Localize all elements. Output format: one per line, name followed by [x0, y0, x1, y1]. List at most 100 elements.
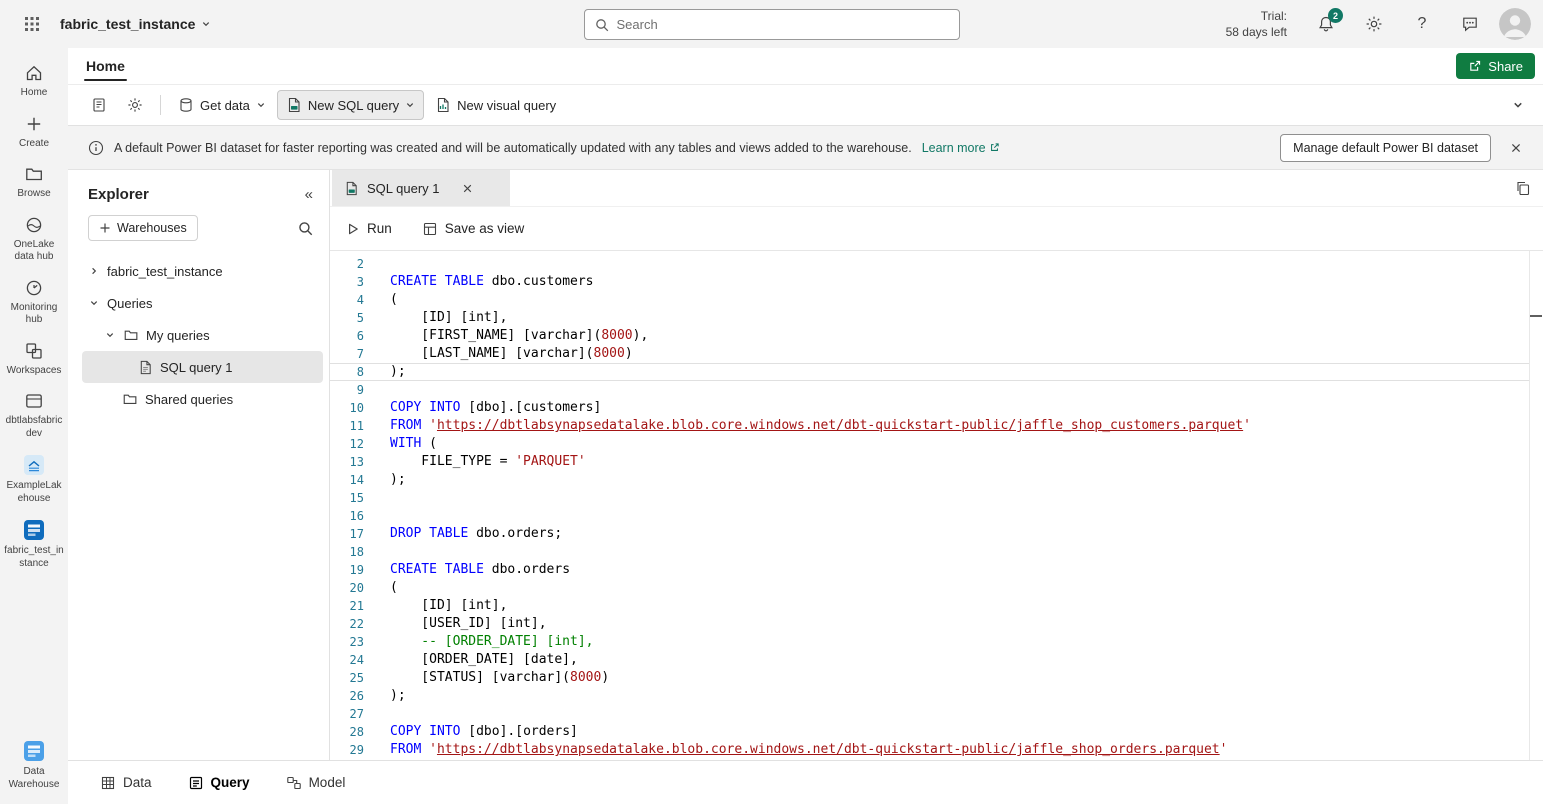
get-data-label: Get data — [200, 98, 250, 113]
line-text: CREATE TABLE dbo.orders — [364, 561, 570, 579]
code-line[interactable]: 19CREATE TABLE dbo.orders — [330, 561, 1543, 579]
tree-item-sql-query-1[interactable]: SQL query 1 — [82, 351, 323, 383]
get-data-button[interactable]: Get data — [169, 90, 275, 120]
learn-more-link[interactable]: Learn more — [922, 141, 1000, 155]
line-text — [364, 705, 390, 723]
code-line[interactable]: 13 FILE_TYPE = 'PARQUET' — [330, 453, 1543, 471]
code-line[interactable]: 3CREATE TABLE dbo.customers — [330, 273, 1543, 291]
new-visual-query-button[interactable]: New visual query — [426, 90, 565, 120]
banner-close-button[interactable] — [1501, 133, 1531, 163]
ribbon-expand-button[interactable] — [1503, 90, 1533, 120]
tree-item-shared-queries[interactable]: Shared queries — [82, 383, 323, 415]
code-line[interactable]: 26); — [330, 687, 1543, 705]
search-box[interactable] — [584, 9, 960, 40]
close-icon — [462, 183, 473, 194]
code-line[interactable]: 10COPY INTO [dbo].[customers] — [330, 399, 1543, 417]
workspace-switcher[interactable]: fabric_test_instance — [52, 10, 219, 38]
top-bar: fabric_test_instance Trial: 58 days left… — [0, 0, 1543, 48]
editor-scrollbar[interactable] — [1529, 251, 1543, 760]
sidebar-item-home[interactable]: Home — [2, 56, 66, 107]
collapse-pane-icon[interactable]: « — [305, 186, 313, 203]
code-line[interactable]: 11FROM 'https://dbtlabsynapsedatalake.bl… — [330, 417, 1543, 435]
code-line[interactable]: 5 [ID] [int], — [330, 309, 1543, 327]
code-line[interactable]: 9 — [330, 381, 1543, 399]
code-line[interactable]: 22 [USER_ID] [int], — [330, 615, 1543, 633]
view-model-button[interactable]: Model — [286, 775, 346, 791]
tab-sql-query-1[interactable]: SQL query 1 — [332, 170, 510, 206]
code-line[interactable]: 6 [FIRST_NAME] [varchar](8000), — [330, 327, 1543, 345]
sidebar-item-examplelakehouse[interactable]: ExampleLakehouse — [2, 447, 66, 512]
share-label: Share — [1488, 59, 1523, 74]
code-line[interactable]: 15 — [330, 489, 1543, 507]
chevron-down-icon — [1512, 99, 1524, 111]
help-button[interactable]: ? — [1403, 5, 1441, 43]
settings-button[interactable] — [1355, 5, 1393, 43]
account-avatar[interactable] — [1499, 8, 1531, 40]
data-grid-icon — [100, 775, 116, 791]
sidebar-item-data-warehouse[interactable]: Data Warehouse — [2, 733, 66, 798]
view-query-button[interactable]: Query — [188, 775, 250, 791]
code-line[interactable]: 8); — [330, 363, 1543, 381]
code-line[interactable]: 7 [LAST_NAME] [varchar](8000) — [330, 345, 1543, 363]
explorer-search-button[interactable] — [298, 221, 313, 236]
view-data-button[interactable]: Data — [100, 775, 152, 791]
run-button[interactable]: Run — [346, 221, 392, 236]
topbar-actions: Trial: 58 days left 2 ? — [1226, 5, 1531, 43]
line-number: 21 — [330, 597, 364, 615]
line-text: WITH ( — [364, 435, 437, 453]
add-warehouses-button[interactable]: Warehouses — [88, 215, 198, 241]
tab-home-label: Home — [86, 58, 125, 74]
tab-home[interactable]: Home — [82, 48, 129, 84]
new-sql-query-button[interactable]: New SQL query — [277, 90, 424, 120]
search-input[interactable] — [617, 17, 949, 32]
external-link-icon — [989, 142, 1000, 153]
feedback-button[interactable] — [1451, 5, 1489, 43]
notifications-button[interactable]: 2 — [1307, 5, 1345, 43]
sidebar-item-browse[interactable]: Browse — [2, 157, 66, 208]
share-button[interactable]: Share — [1456, 53, 1535, 79]
tab-close-button[interactable] — [458, 178, 478, 198]
code-line[interactable]: 20( — [330, 579, 1543, 597]
code-line[interactable]: 24 [ORDER_DATE] [date], — [330, 651, 1543, 669]
new-report-icon — [91, 97, 107, 113]
manage-default-dataset-button[interactable]: Manage default Power BI dataset — [1280, 134, 1491, 162]
line-number: 20 — [330, 579, 364, 597]
sidebar-item-monitoring-hub[interactable]: Monitoring hub — [2, 271, 66, 334]
line-number: 13 — [330, 453, 364, 471]
code-line[interactable]: 29FROM 'https://dbtlabsynapsedatalake.bl… — [330, 741, 1543, 759]
save-as-view-button[interactable]: Save as view — [422, 221, 525, 237]
line-number: 18 — [330, 543, 364, 561]
code-line[interactable]: 14); — [330, 471, 1543, 489]
code-line[interactable]: 21 [ID] [int], — [330, 597, 1543, 615]
code-line[interactable]: 18 — [330, 543, 1543, 561]
code-line[interactable]: 17DROP TABLE dbo.orders; — [330, 525, 1543, 543]
code-line[interactable]: 4( — [330, 291, 1543, 309]
sidebar-item-fabric-test-instance[interactable]: fabric_test_instance — [2, 512, 66, 577]
code-line[interactable]: 2 — [330, 255, 1543, 273]
sidebar-item-workspaces[interactable]: Workspaces — [2, 334, 66, 385]
code-line[interactable]: 27 — [330, 705, 1543, 723]
line-text — [364, 489, 390, 507]
tree-item-my-queries[interactable]: My queries — [82, 319, 323, 351]
app-launcher-icon[interactable] — [12, 4, 52, 44]
line-number: 3 — [330, 273, 364, 291]
sidebar-item-create[interactable]: Create — [2, 107, 66, 158]
code-line[interactable]: 23 -- [ORDER_DATE] [int], — [330, 633, 1543, 651]
sidebar-item-onelake-data-hub[interactable]: OneLake data hub — [2, 208, 66, 271]
code-line[interactable]: 28COPY INTO [dbo].[orders] — [330, 723, 1543, 741]
sidebar-item-dbtlabsfabricdev[interactable]: dbtlabsfabricdev — [2, 384, 66, 447]
code-editor[interactable]: 23CREATE TABLE dbo.customers4(5 [ID] [in… — [330, 251, 1543, 760]
dataset-info-banner: A default Power BI dataset for faster re… — [68, 126, 1543, 170]
warehouse-settings-button[interactable] — [118, 90, 152, 120]
copy-icon — [1515, 180, 1531, 196]
new-report-button[interactable] — [82, 90, 116, 120]
code-line[interactable]: 12WITH ( — [330, 435, 1543, 453]
chevron-down-icon — [201, 19, 211, 29]
code-line[interactable]: 25 [STATUS] [varchar](8000) — [330, 669, 1543, 687]
plus-icon — [99, 222, 111, 234]
code-line[interactable]: 16 — [330, 507, 1543, 525]
copy-button[interactable] — [1515, 180, 1531, 196]
tree-item-warehouse-root[interactable]: fabric_test_instance — [82, 255, 323, 287]
line-number: 24 — [330, 651, 364, 669]
tree-item-queries[interactable]: Queries — [82, 287, 323, 319]
